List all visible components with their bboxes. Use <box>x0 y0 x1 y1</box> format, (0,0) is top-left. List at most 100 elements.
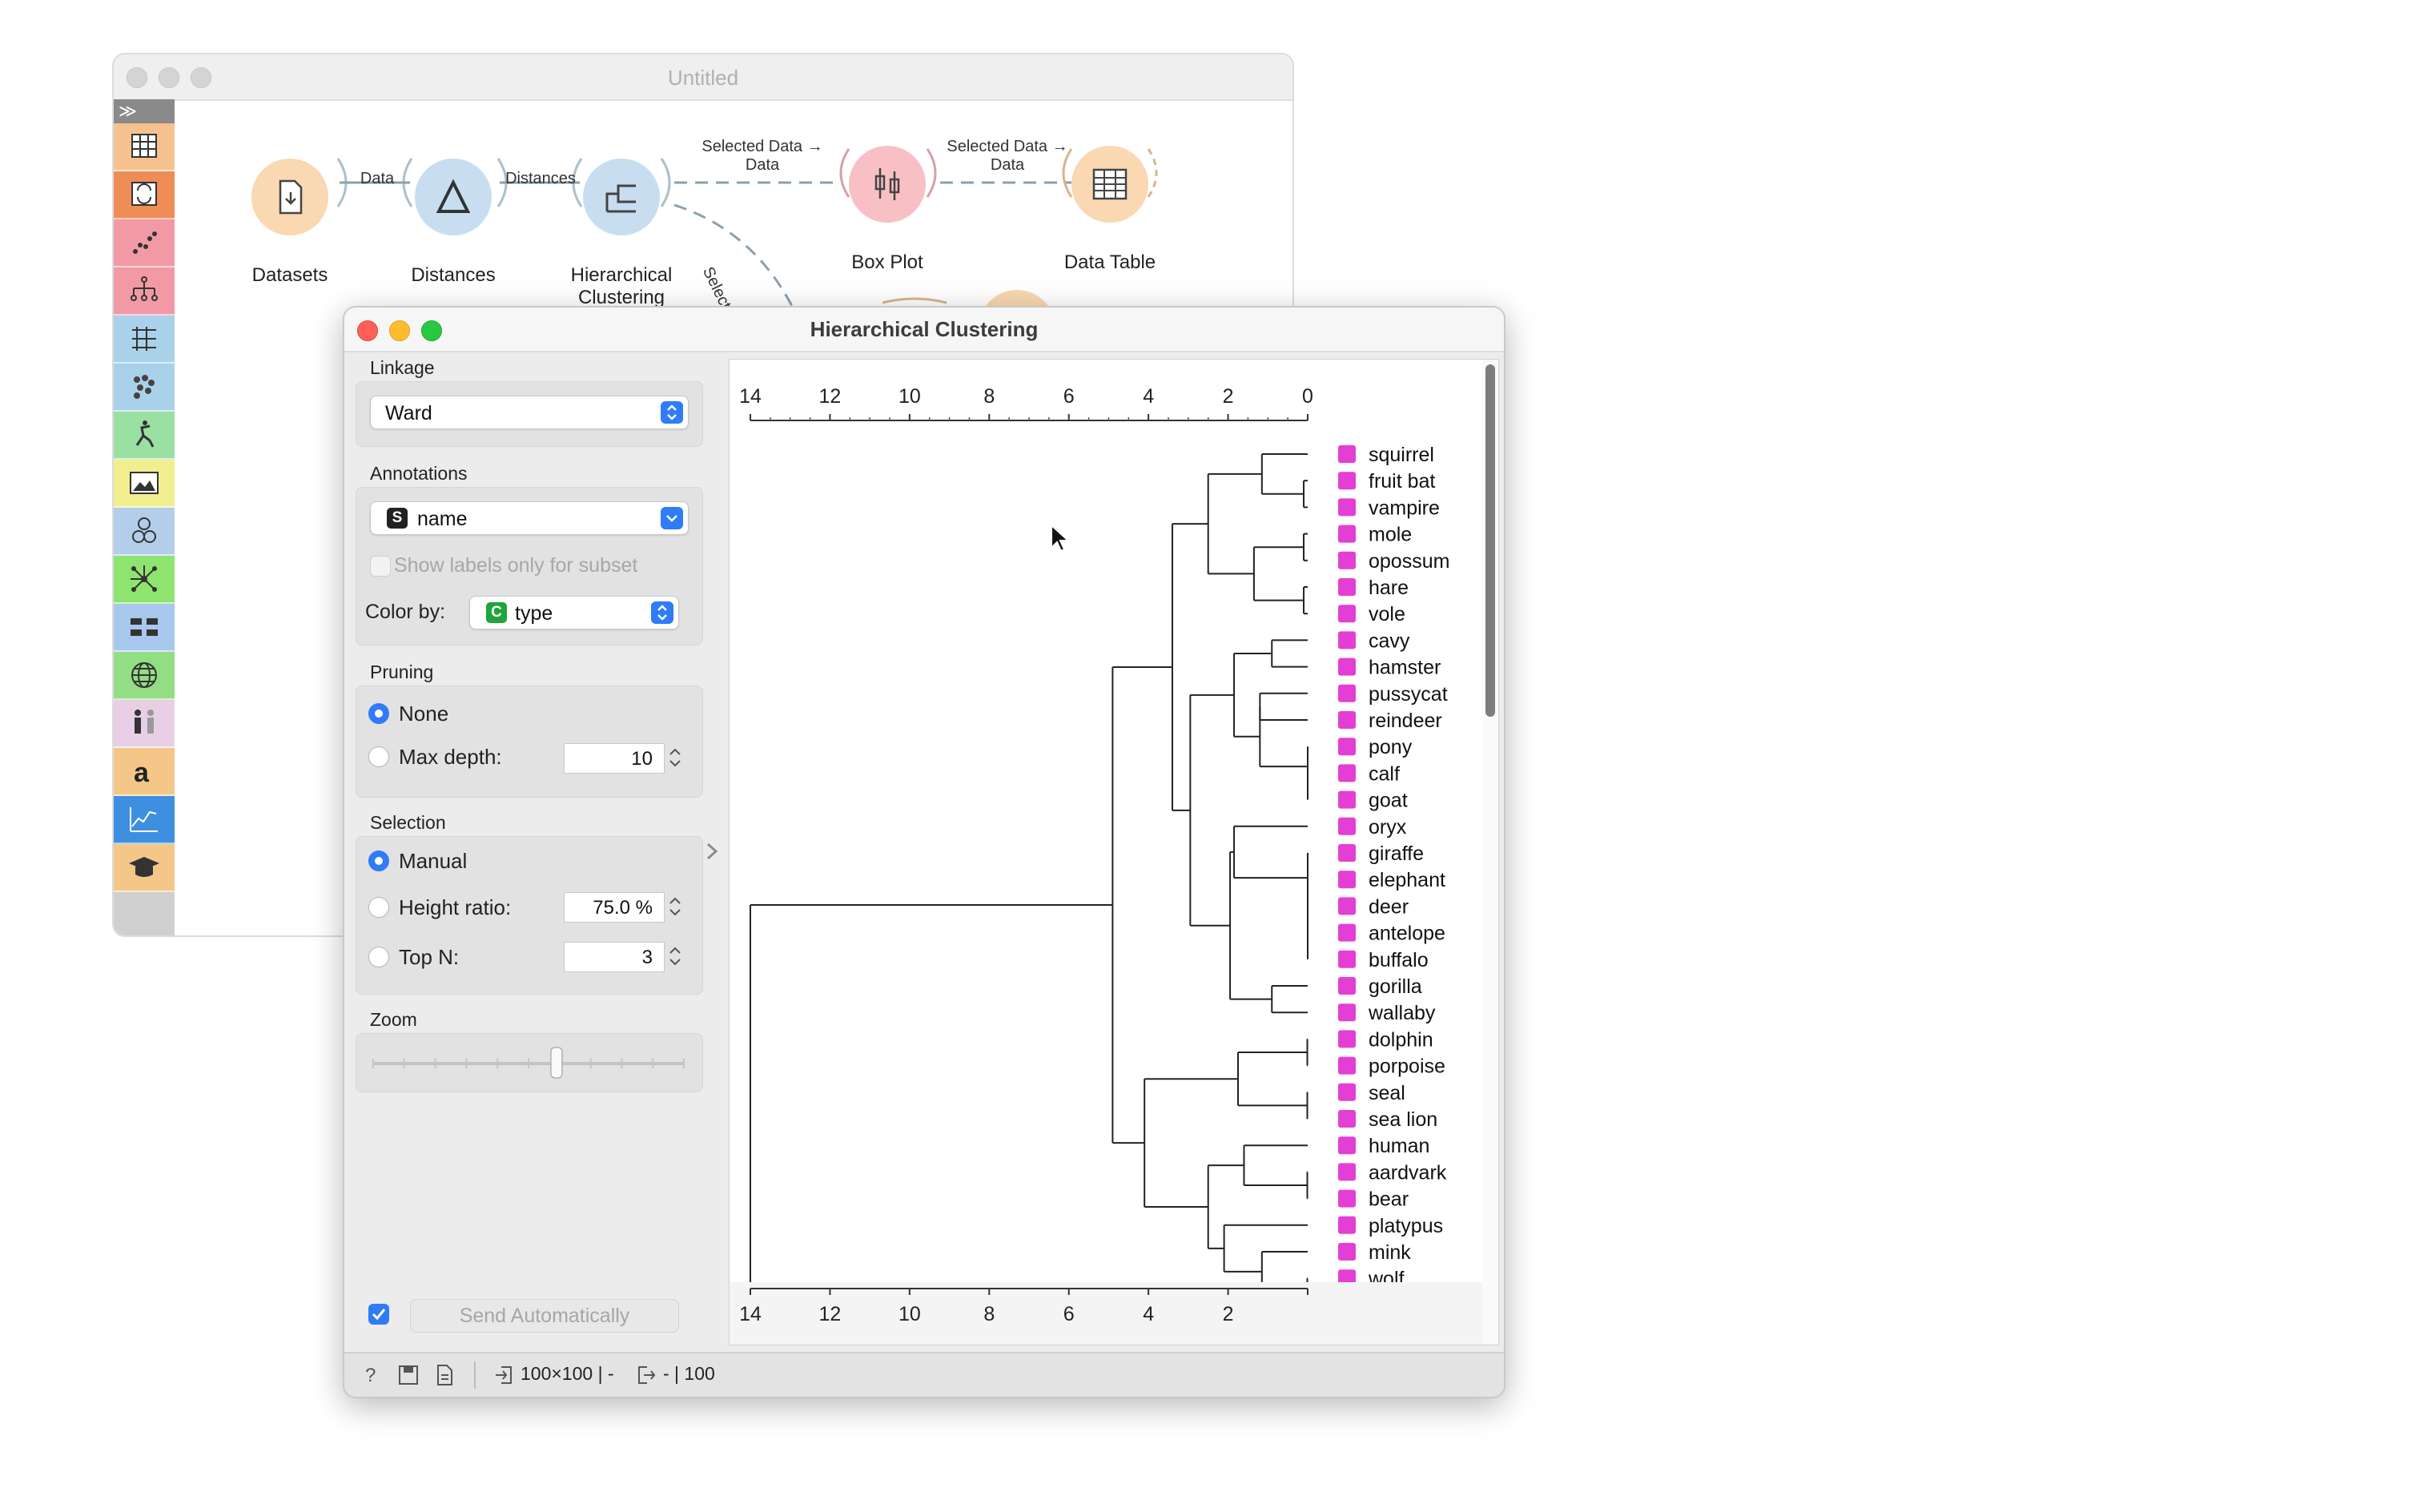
input-summary: 100×100 | - <box>521 1363 614 1384</box>
leaf-color-swatch <box>1338 1216 1356 1234</box>
leaf-label[interactable]: oryx <box>1369 816 1407 838</box>
node-distances[interactable] <box>415 159 492 235</box>
leaf-label[interactable]: pony <box>1369 736 1413 758</box>
dendrogram-tree[interactable] <box>750 453 1308 1345</box>
top-n-radio[interactable] <box>368 947 389 967</box>
leaf-label[interactable]: porpoise <box>1369 1056 1445 1078</box>
linkage-label: Linkage <box>370 357 435 378</box>
color-by-select[interactable]: C type <box>469 596 679 629</box>
zoom-slider[interactable] <box>368 1041 689 1081</box>
leaf-label[interactable]: elephant <box>1369 869 1445 891</box>
leaf-label[interactable]: aardvark <box>1369 1161 1447 1184</box>
leaf-color-swatch <box>1338 631 1356 649</box>
leaf-label[interactable]: bear <box>1369 1188 1409 1211</box>
leaf-color-swatch <box>1338 1030 1356 1048</box>
updown-icon <box>651 601 673 624</box>
max-depth-spinbox[interactable]: 10 <box>564 743 665 774</box>
leaf-label[interactable]: goat <box>1369 790 1408 812</box>
report-icon[interactable] <box>434 1363 455 1387</box>
save-icon[interactable] <box>397 1363 420 1387</box>
pruning-label: Pruning <box>370 662 434 682</box>
leaf-color-swatch <box>1338 950 1356 968</box>
leaf-color-swatch <box>1338 711 1356 729</box>
leaf-label[interactable]: opossum <box>1369 550 1449 573</box>
leaf-label[interactable]: sea lion <box>1369 1108 1437 1131</box>
leaf-label[interactable]: deer <box>1369 895 1409 918</box>
output-summary: - | 100 <box>663 1363 715 1384</box>
top-n-stepper[interactable] <box>666 940 684 972</box>
annotations-select[interactable]: S name <box>370 501 689 535</box>
bottom-axis-tick-label: 8 <box>983 1303 995 1325</box>
status-bar: ? 100×100 | - - | 100 <box>344 1352 1504 1397</box>
height-ratio-stepper[interactable] <box>666 891 684 923</box>
leaf-label[interactable]: squirrel <box>1369 444 1434 466</box>
leaf-label[interactable]: giraffe <box>1369 842 1424 865</box>
send-automatically-button[interactable]: Send Automatically <box>410 1299 679 1333</box>
height-ratio-spinbox[interactable]: 75.0 % <box>564 892 665 923</box>
linkage-value: Ward <box>385 402 432 424</box>
leaf-label[interactable]: wallaby <box>1368 1002 1436 1024</box>
selection-label: Selection <box>370 812 446 833</box>
node-hierarchical-clustering[interactable] <box>583 159 660 235</box>
link-label-data: Data <box>360 170 395 187</box>
leaf-color-swatch <box>1338 977 1356 995</box>
bottom-axis-tick-label: 4 <box>1143 1303 1154 1325</box>
dendrogram-chart[interactable]: 14 12 10 8 6 4 2 0 squirrel fruit bat vampire mole… <box>730 360 1498 1345</box>
zoom-slider-handle[interactable] <box>550 1047 563 1079</box>
leaf-label[interactable]: cavy <box>1369 629 1410 652</box>
leaf-label[interactable]: antelope <box>1369 923 1445 945</box>
height-ratio-label: Height ratio: <box>399 895 512 919</box>
leaf-label[interactable]: hamster <box>1369 657 1441 679</box>
top-n-spinbox[interactable]: 3 <box>564 942 665 972</box>
linkage-select[interactable]: Ward <box>370 396 689 429</box>
pruning-none-radio[interactable] <box>368 703 389 724</box>
leaf-label[interactable]: calf <box>1369 762 1400 785</box>
dendrogram-icon <box>605 184 636 213</box>
pruning-max-depth-radio[interactable] <box>368 746 389 767</box>
bottom-axis-bg <box>730 1282 1485 1345</box>
dendrogram-panel[interactable]: 14 12 10 8 6 4 2 0 squirrel fruit bat vampire mole… <box>729 359 1499 1345</box>
node-data-table[interactable] <box>1071 146 1148 223</box>
leaf-label[interactable]: vampire <box>1369 497 1440 519</box>
leaf-label[interactable]: vole <box>1369 603 1405 625</box>
selection-manual-label: Manual <box>399 849 468 873</box>
leaf-label[interactable]: gorilla <box>1369 975 1422 998</box>
leaf-label[interactable]: buffalo <box>1369 949 1429 971</box>
height-ratio-radio[interactable] <box>368 897 389 918</box>
chevron-right-icon[interactable] <box>703 839 721 863</box>
show-labels-subset-label: Show labels only for subset <box>394 554 638 577</box>
leaf-label[interactable]: seal <box>1369 1082 1405 1104</box>
show-labels-subset-checkbox[interactable] <box>370 556 391 577</box>
leaf-color-swatch <box>1338 1083 1356 1101</box>
color-by-value: type <box>515 602 553 625</box>
leaf-label[interactable]: platypus <box>1369 1215 1443 1237</box>
leaf-label[interactable]: mink <box>1369 1241 1411 1264</box>
leaf-label[interactable]: pussycat <box>1369 683 1448 706</box>
node-label-datasets: Datasets <box>251 264 328 286</box>
link-label-line: Selected Data → <box>947 138 1068 155</box>
leaf-label[interactable]: reindeer <box>1369 710 1442 732</box>
send-automatically-checkbox[interactable] <box>368 1304 389 1325</box>
help-icon[interactable]: ? <box>360 1363 381 1387</box>
leaf-color-swatch <box>1338 551 1356 569</box>
selection-manual-radio[interactable] <box>368 850 389 871</box>
leaf-color-swatch <box>1338 738 1356 756</box>
leaf-label[interactable]: mole <box>1369 524 1412 546</box>
leaf-label[interactable]: human <box>1369 1135 1429 1157</box>
divider <box>474 1361 476 1389</box>
max-depth-stepper[interactable] <box>666 742 684 774</box>
scrollbar-thumb[interactable] <box>1485 364 1495 717</box>
top-n-value: 3 <box>641 947 653 968</box>
node-datasets[interactable] <box>251 159 328 235</box>
leaf-color-swatch <box>1338 684 1356 702</box>
node-box-plot[interactable] <box>849 146 926 223</box>
color-by-label: Color by: <box>365 601 446 623</box>
zoom-label: Zoom <box>370 1009 417 1030</box>
leaf-label[interactable]: hare <box>1369 577 1409 599</box>
leaf-label[interactable]: fruit bat <box>1369 470 1435 493</box>
bottom-axis-tick-label: 10 <box>898 1303 921 1325</box>
top-axis: 14 12 10 8 6 4 2 0 <box>739 385 1313 421</box>
dendrogram-leaves[interactable]: squirrel fruit bat vampire mole opossum hare v… <box>1338 444 1449 1333</box>
leaf-label[interactable]: dolphin <box>1369 1028 1433 1051</box>
top-axis-tick-label: 14 <box>739 385 762 408</box>
